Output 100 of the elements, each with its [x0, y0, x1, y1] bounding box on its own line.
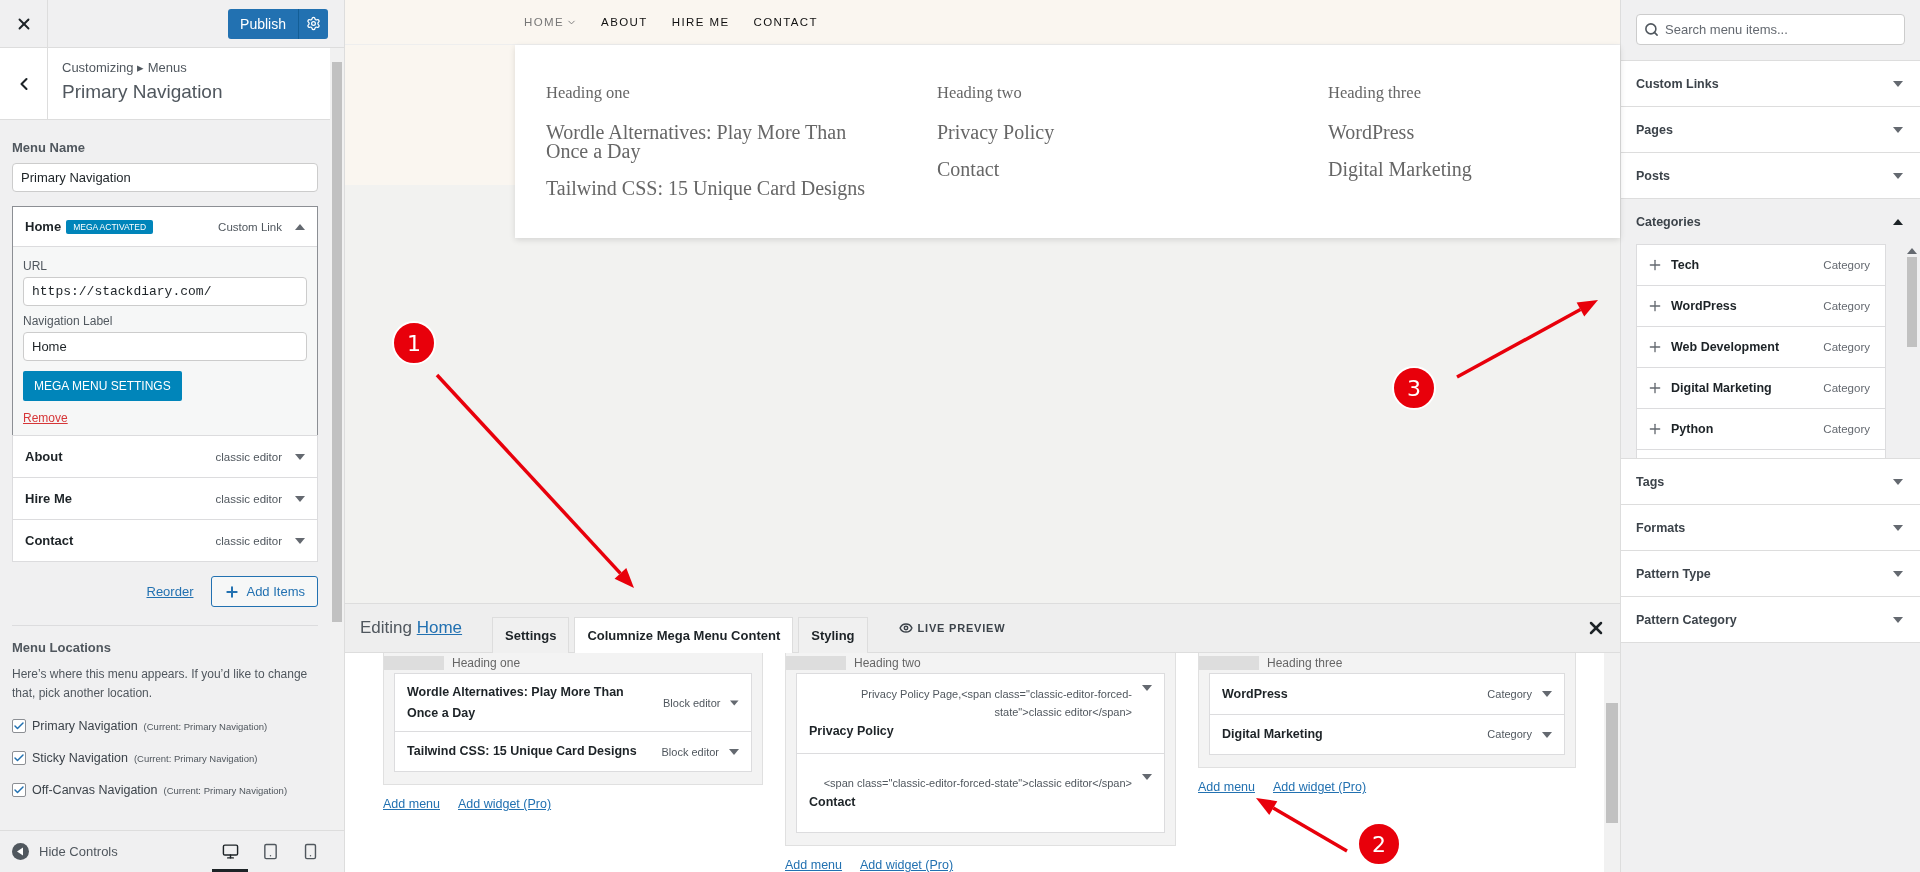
- editing-link[interactable]: Home: [416, 618, 463, 637]
- add-menu-link[interactable]: Add menu: [383, 797, 440, 812]
- caret-down-icon[interactable]: [1893, 126, 1903, 133]
- caret-down-icon[interactable]: [1893, 570, 1903, 577]
- category-item[interactable]: Digital Marketing Category: [1637, 368, 1885, 409]
- add-widget-link[interactable]: Add widget (Pro): [1273, 780, 1367, 794]
- tablet-icon: [261, 843, 279, 860]
- drag-handle[interactable]: [786, 656, 846, 670]
- scrollbar[interactable]: [1604, 653, 1620, 872]
- nav-link[interactable]: HIRE ME: [671, 16, 730, 28]
- item-title: Wordle Alternatives: Play More Than Once a Day: [407, 684, 625, 722]
- reorder-link[interactable]: Reorder: [146, 584, 194, 599]
- accordion-header[interactable]: Pages: [1621, 107, 1920, 152]
- caret-down-icon[interactable]: [295, 537, 305, 544]
- menu-item-type: classic editor: [215, 492, 282, 505]
- category-name: WordPress: [1671, 299, 1737, 313]
- checkbox[interactable]: [12, 719, 26, 734]
- menu-item[interactable]: Hire Me classic editor: [12, 477, 318, 520]
- accordion-header[interactable]: Categories: [1621, 199, 1920, 244]
- category-item[interactable]: Tech Category: [1637, 245, 1885, 286]
- caret-down-icon[interactable]: [1142, 773, 1152, 780]
- caret-down-icon[interactable]: [1142, 685, 1152, 692]
- column-heading: Heading two: [937, 83, 1023, 103]
- item-type: Category: [1487, 727, 1532, 743]
- url-field[interactable]: https://stackdiary.com/: [23, 277, 307, 306]
- menu-item-title: Contact: [25, 533, 74, 548]
- location-current: (Current: Primary Navigation): [143, 720, 268, 732]
- menu-link[interactable]: Tailwind CSS: 15 Unique Card Designs: [546, 179, 867, 198]
- search-field[interactable]: Search menu items...: [1636, 14, 1905, 45]
- desktop-icon: [221, 843, 239, 860]
- checkbox[interactable]: [12, 751, 26, 766]
- menu-item-title: About: [25, 449, 63, 464]
- panel-title: Primary Navigation: [62, 81, 223, 103]
- accordion-header[interactable]: Posts: [1621, 153, 1920, 198]
- menu-name-field[interactable]: Primary Navigation: [12, 163, 318, 192]
- category-type: Category: [1823, 423, 1870, 435]
- caret-down-icon[interactable]: [1893, 478, 1903, 485]
- mega-menu-settings-button[interactable]: MEGA MENU SETTINGS: [23, 371, 182, 401]
- section-title: Menu Locations: [12, 640, 112, 655]
- drag-handle[interactable]: [384, 656, 444, 670]
- add-widget-link[interactable]: Add widget (Pro): [860, 858, 954, 872]
- tab[interactable]: Styling: [798, 617, 868, 653]
- drag-handle[interactable]: [1199, 656, 1259, 670]
- menu-link[interactable]: Wordle Alternatives: Play More Than Once a Day: [546, 123, 867, 161]
- menu-item-title: Home: [25, 219, 62, 234]
- menu-item[interactable]: Home MEGA ACTIVATED Custom Link URL https://stackdiary.com/ Navigation Label Home MEGA MENU SETTINGS Remove: [12, 206, 318, 436]
- menu-item[interactable]: About classic editor: [12, 435, 318, 478]
- menu-link[interactable]: Privacy Policy: [937, 123, 1258, 142]
- tab[interactable]: Settings: [492, 617, 570, 653]
- category-item[interactable]: Python Category: [1637, 409, 1885, 450]
- plus-icon: [1647, 257, 1663, 273]
- gear-icon: [306, 16, 321, 31]
- remove-link[interactable]: Remove: [23, 411, 68, 425]
- caret-down-icon[interactable]: [1893, 80, 1903, 87]
- menu-link[interactable]: Digital Marketing: [1328, 160, 1620, 179]
- caret-down-icon[interactable]: [1893, 524, 1903, 531]
- add-items-button[interactable]: Add Items: [211, 576, 318, 607]
- caret-down-icon[interactable]: [729, 748, 739, 755]
- nav-link[interactable]: HOME: [524, 16, 578, 28]
- caret-down-icon[interactable]: [295, 453, 305, 460]
- accordion-header[interactable]: Tags: [1621, 459, 1920, 504]
- menu-link[interactable]: Contact: [937, 160, 1258, 179]
- item-title: Contact: [809, 793, 857, 811]
- tab[interactable]: Columnize Mega Menu Content: [574, 617, 794, 653]
- menu-link[interactable]: WordPress: [1328, 123, 1620, 142]
- nav-link[interactable]: CONTACT: [753, 16, 818, 28]
- column-heading: Heading three: [1328, 83, 1422, 103]
- menu-item[interactable]: Contact classic editor: [12, 519, 318, 562]
- accordion-header[interactable]: Pattern Type: [1621, 551, 1920, 596]
- menu-item-type: Custom Link: [218, 220, 282, 233]
- caret-down-icon[interactable]: [1542, 691, 1552, 697]
- add-menu-link[interactable]: Add menu: [1198, 780, 1255, 794]
- editing-title: Editing Home: [360, 618, 463, 638]
- eye-icon: [898, 621, 913, 635]
- hide-controls-button[interactable]: Hide Controls: [12, 843, 118, 860]
- item-type: <span class="classic-editor-forced-state">classic editor</span>: [822, 775, 1132, 791]
- checkbox[interactable]: [12, 783, 26, 798]
- accordion-header[interactable]: Formats: [1621, 505, 1920, 550]
- category-type: Category: [1823, 300, 1870, 312]
- live-preview-button[interactable]: LIVE PREVIEW: [892, 620, 1012, 636]
- column-heading: Heading three: [1267, 656, 1343, 670]
- caret-down-icon[interactable]: [1893, 616, 1903, 623]
- menu-item-type: classic editor: [215, 534, 282, 547]
- navigation-label-field[interactable]: Home: [23, 332, 307, 361]
- caret-down-icon[interactable]: [1542, 731, 1552, 738]
- plus-icon: [1647, 380, 1663, 396]
- caret-down-icon[interactable]: [1893, 172, 1903, 179]
- caret-down-icon[interactable]: [295, 495, 305, 502]
- category-item[interactable]: WordPress Category: [1637, 286, 1885, 327]
- nav-link[interactable]: ABOUT: [601, 16, 648, 28]
- add-menu-link[interactable]: Add menu: [785, 858, 842, 872]
- category-name: Digital Marketing: [1671, 381, 1772, 395]
- accordion-header[interactable]: Custom Links: [1621, 61, 1920, 106]
- add-widget-link[interactable]: Add widget (Pro): [458, 797, 552, 812]
- caret-up-icon[interactable]: [1893, 218, 1903, 225]
- category-item[interactable]: Web Development Category: [1637, 327, 1885, 368]
- caret-down-icon[interactable]: [730, 699, 739, 706]
- publish-button[interactable]: Publish: [228, 8, 298, 39]
- settings-button[interactable]: [298, 8, 328, 39]
- accordion-header[interactable]: Pattern Category: [1621, 597, 1920, 642]
